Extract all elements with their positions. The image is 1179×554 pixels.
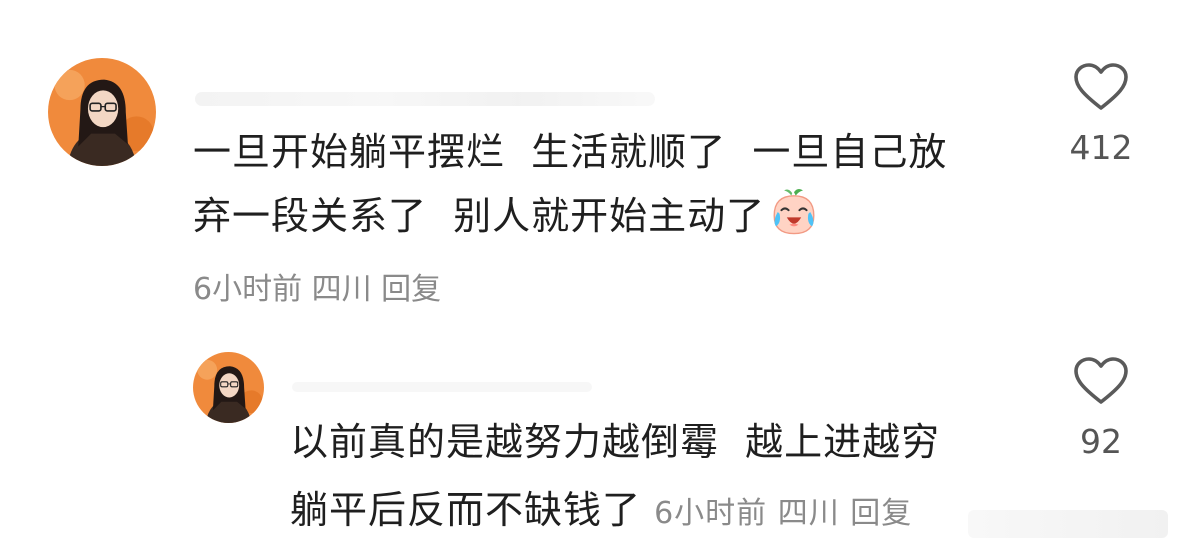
- user-avatar-image: [193, 352, 264, 423]
- comment-text-segment: 弃一段关系了 别人就开始主动了: [193, 194, 766, 238]
- comment-meta[interactable]: 6小时前 四川 回复: [193, 264, 441, 308]
- comment-meta[interactable]: 6小时前 四川 回复: [654, 496, 912, 531]
- like-count: 92: [1080, 422, 1122, 461]
- comment-text-line: 弃一段关系了 别人就开始主动了: [193, 184, 821, 248]
- avatar[interactable]: [48, 58, 156, 166]
- crying-laughing-peach-icon: [767, 185, 821, 239]
- watermark-overlay: [968, 510, 1168, 538]
- heart-outline-icon: [1074, 63, 1128, 110]
- avatar[interactable]: [193, 352, 264, 423]
- username-blurred[interactable]: [292, 382, 592, 392]
- heart-outline-icon: [1074, 357, 1128, 404]
- like-count: 412: [1069, 128, 1133, 167]
- like-button[interactable]: [1073, 356, 1129, 406]
- like-button[interactable]: [1073, 62, 1129, 112]
- user-avatar-image: [48, 58, 156, 166]
- comment-text-line: 一旦开始躺平摆烂 生活就顺了 一旦自己放: [193, 130, 948, 174]
- comment-text-line: 以前真的是越努力越倒霉 越上进越穷: [290, 420, 941, 464]
- comment-text-segment: 躺平后反而不缺钱了: [290, 488, 655, 532]
- comment-text-line: 躺平后反而不缺钱了 6小时前 四川 回复: [290, 478, 912, 546]
- username-blurred[interactable]: [195, 92, 655, 106]
